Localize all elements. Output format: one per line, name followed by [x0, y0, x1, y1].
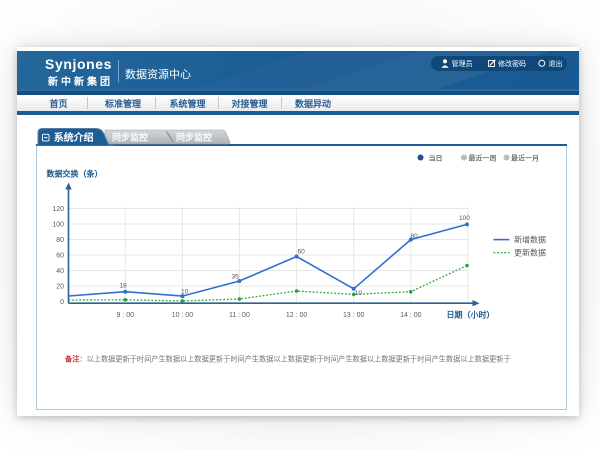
svg-text:管理员: 管理员: [452, 59, 473, 68]
svg-text:10 : 00: 10 : 00: [172, 312, 194, 319]
svg-text:40: 40: [56, 268, 64, 275]
svg-text:10: 10: [181, 289, 189, 296]
svg-text:9 : 00: 9 : 00: [117, 312, 135, 319]
svg-text:120: 120: [52, 206, 64, 213]
svg-text:最近一周: 最近一周: [469, 153, 497, 162]
svg-text:退出: 退出: [549, 59, 563, 68]
svg-text:20: 20: [56, 284, 64, 291]
svg-text:日期（小时）: 日期（小时）: [447, 310, 495, 320]
svg-text:12 : 00: 12 : 00: [286, 312, 308, 319]
svg-text:最近一月: 最近一月: [511, 153, 539, 162]
svg-text:80: 80: [411, 233, 419, 240]
svg-text:同步监控: 同步监控: [176, 132, 212, 143]
svg-text:修改密码: 修改密码: [498, 59, 526, 68]
svg-text:100: 100: [459, 215, 470, 222]
svg-text:35: 35: [232, 274, 240, 281]
svg-text:100: 100: [52, 222, 64, 229]
svg-text:14 : 00: 14 : 00: [400, 312, 422, 319]
svg-text:13 : 00: 13 : 00: [343, 312, 365, 319]
svg-text:10: 10: [355, 290, 363, 297]
svg-text:系统介绍: 系统介绍: [54, 131, 94, 144]
svg-text:11 : 00: 11 : 00: [229, 312, 250, 319]
svg-text:80: 80: [56, 237, 64, 244]
svg-text:更新数据: 更新数据: [514, 248, 546, 258]
svg-text:60: 60: [298, 249, 306, 256]
svg-text:数据交换（条）: 数据交换（条）: [47, 169, 103, 179]
svg-text:备注：以上数据更新于时间产生数据以上数据更新于时间产生数据以: 备注：以上数据更新于时间产生数据以上数据更新于时间产生数据以上数据更新于时间产生…: [64, 355, 511, 364]
svg-text:60: 60: [56, 253, 64, 260]
svg-text:同步监控: 同步监控: [112, 132, 148, 143]
svg-text:0: 0: [60, 299, 64, 306]
svg-text:新增数据: 新增数据: [514, 235, 546, 245]
svg-text:18: 18: [120, 283, 128, 290]
svg-text:当日: 当日: [429, 153, 443, 162]
